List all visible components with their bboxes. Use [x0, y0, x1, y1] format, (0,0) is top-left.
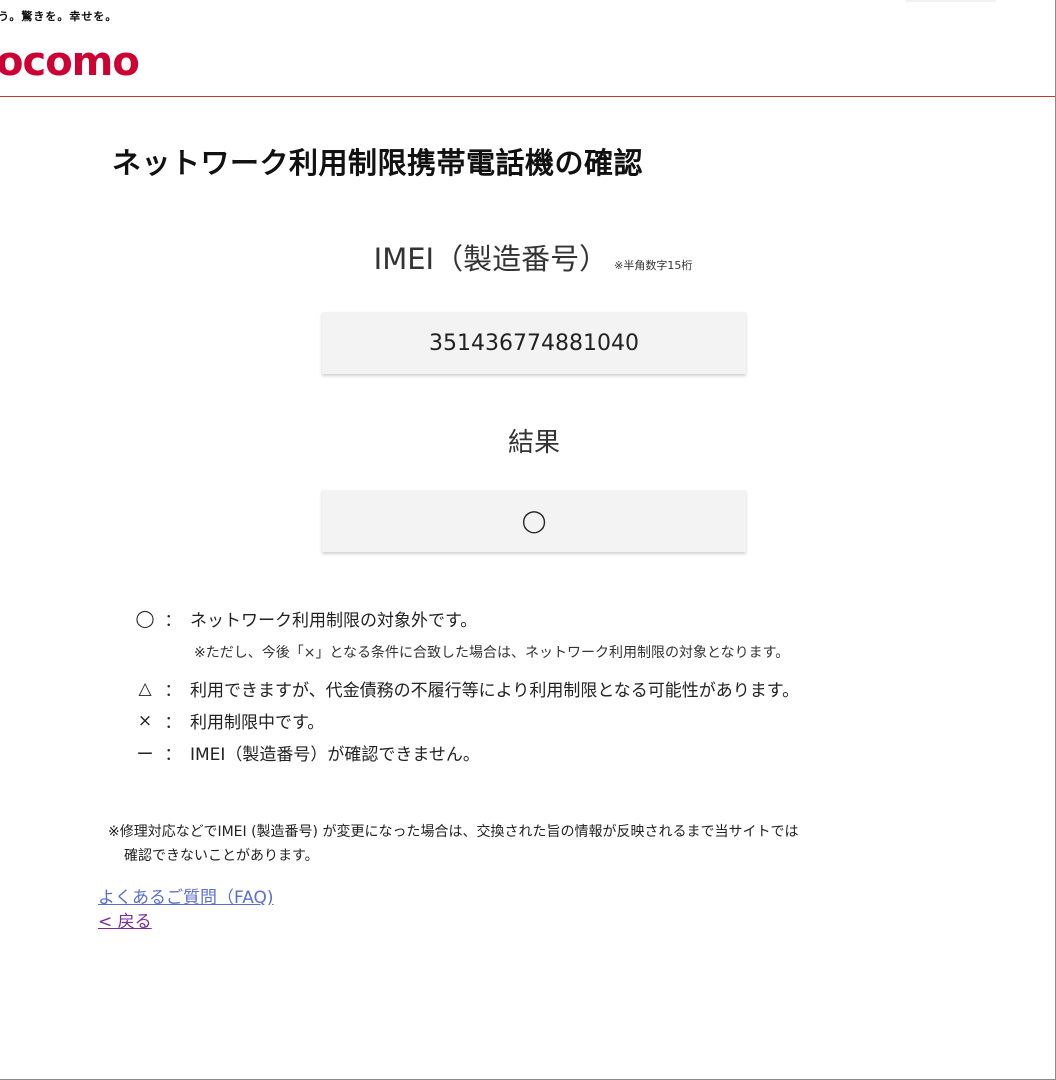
legend-text: 利用できますが、代金債務の不履行等により利用制限となる可能性があります。: [190, 681, 800, 701]
links: よくあるご質問（FAQ) < 戻る: [98, 886, 274, 934]
page-title: ネットワーク利用制限携帯電話機の確認: [112, 146, 644, 180]
imei-label-row: IMEI（製造番号） ※半角数字15桁: [0, 236, 1055, 278]
legend-colon: ：: [164, 745, 182, 765]
legend-colon: ：: [164, 713, 182, 733]
logo-text: ocomo: [0, 39, 140, 85]
imei-value-box: 351436774881040: [322, 312, 746, 374]
result-value: ◯: [521, 508, 547, 534]
legend-row-warning: △ ： 利用できますが、代金債務の不履行等により利用制限となる可能性があります。: [134, 676, 800, 702]
imei-label: IMEI（製造番号）: [373, 242, 609, 276]
faq-link[interactable]: よくあるご質問（FAQ): [98, 886, 274, 910]
docomo-logo[interactable]: ocomo: [0, 39, 140, 90]
legend-symbol: ×: [137, 710, 153, 731]
footnote: ※修理対応などでIMEI (製造番号) が変更になった場合は、交換された旨の情報…: [108, 820, 798, 868]
legend-text: 利用制限中です。: [190, 713, 325, 733]
footnote-line-2: 確認できないことがあります。: [124, 848, 319, 864]
legend-text: IMEI（製造番号）が確認できません。: [190, 745, 480, 765]
page: う。驚きを。幸せを。 ocomo ネットワーク利用制限携帯電話機の確認 IMEI…: [0, 0, 1056, 1080]
legend-text: ネットワーク利用制限の対象外です。: [190, 611, 478, 631]
legend-row-unknown: ー ： IMEI（製造番号）が確認できません。: [134, 740, 480, 765]
legend-note: ※ただし、今後「×」となる条件に合致した場合は、ネットワーク利用制限の対象となり…: [194, 645, 790, 661]
legend-row-restricted: × ： 利用制限中です。: [134, 708, 325, 734]
legend-colon: ：: [164, 681, 182, 701]
result-value-box: ◯: [322, 490, 746, 552]
legend-symbol: △: [138, 678, 152, 699]
result-label: 結果: [507, 428, 560, 458]
legend-symbol: ー: [136, 745, 154, 765]
back-link[interactable]: < 戻る: [98, 910, 274, 934]
brand-slogan: う。驚きを。幸せを。: [0, 10, 118, 23]
legend-colon: ：: [164, 611, 182, 631]
header-accent: [906, 0, 996, 2]
header: う。驚きを。幸せを。 ocomo: [0, 0, 1055, 97]
legend-row-ok: ◯ ： ネットワーク利用制限の対象外です。: [134, 606, 478, 632]
imei-value: 351436774881040: [429, 330, 639, 356]
footnote-line-1: ※修理対応などでIMEI (製造番号) が変更になった場合は、交換された旨の情報…: [108, 824, 799, 840]
legend-symbol: ◯: [135, 608, 155, 629]
imei-note: ※半角数字15桁: [614, 259, 693, 272]
